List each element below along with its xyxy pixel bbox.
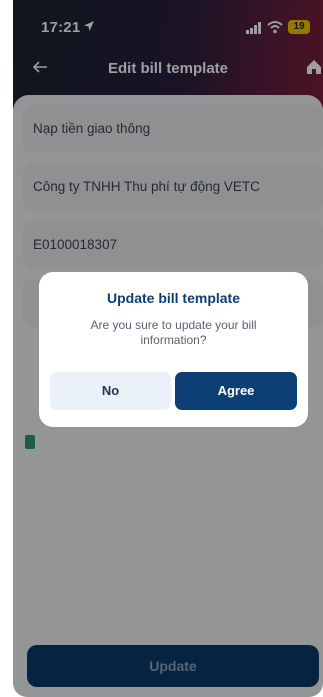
dialog-message: Are you sure to update your bill informa… xyxy=(90,318,257,347)
phone-screen: 17:21 19 Edit bill template Nạp tiền gia… xyxy=(13,0,323,697)
dialog-title: Update bill template xyxy=(106,290,241,306)
update-confirm-dialog: Update bill template Are you sure to upd… xyxy=(39,272,308,427)
agree-button[interactable]: Agree xyxy=(175,372,297,410)
no-button[interactable]: No xyxy=(50,372,171,410)
